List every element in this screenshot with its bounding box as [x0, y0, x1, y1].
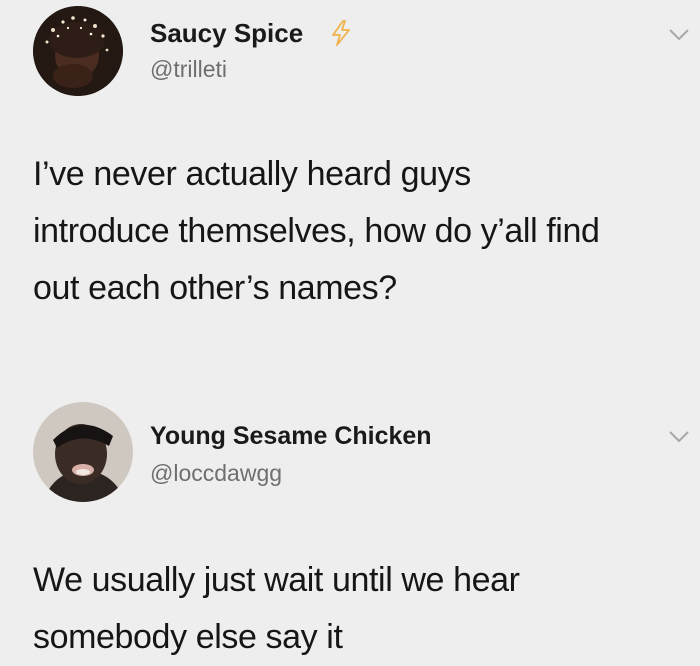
lightning-bolt-icon	[332, 20, 350, 46]
avatar-image	[33, 402, 133, 502]
tweet-text-line: I’ve never actually heard guys	[33, 155, 471, 193]
avatar-image	[33, 6, 123, 96]
user-handle[interactable]: @trilleti	[150, 56, 227, 83]
tweet-text: We usually just wait until we hear someb…	[33, 552, 698, 666]
tweet-text-line: out each other’s names?	[33, 269, 397, 307]
tweet-young-sesame-chicken[interactable]: Young Sesame Chicken @loccdawgg We usual…	[0, 380, 700, 660]
chevron-down-icon[interactable]	[668, 430, 690, 444]
chevron-down-icon[interactable]	[668, 28, 690, 42]
tweet-text: I’ve never actually heard guys introduce…	[33, 146, 698, 317]
avatar[interactable]	[33, 6, 123, 96]
display-name[interactable]: Saucy Spice	[150, 18, 303, 49]
display-name[interactable]: Young Sesame Chicken	[150, 422, 432, 451]
tweet-text-line: introduce themselves, how do y’all find	[33, 212, 600, 250]
user-handle[interactable]: @loccdawgg	[150, 460, 282, 487]
tweet-text-line: somebody else say it	[33, 618, 343, 656]
tweet-text-line: We usually just wait until we hear	[33, 561, 520, 599]
tweet-saucy-spice[interactable]: Saucy Spice @trilleti I’ve never actuall…	[0, 0, 700, 380]
avatar[interactable]	[33, 402, 133, 502]
